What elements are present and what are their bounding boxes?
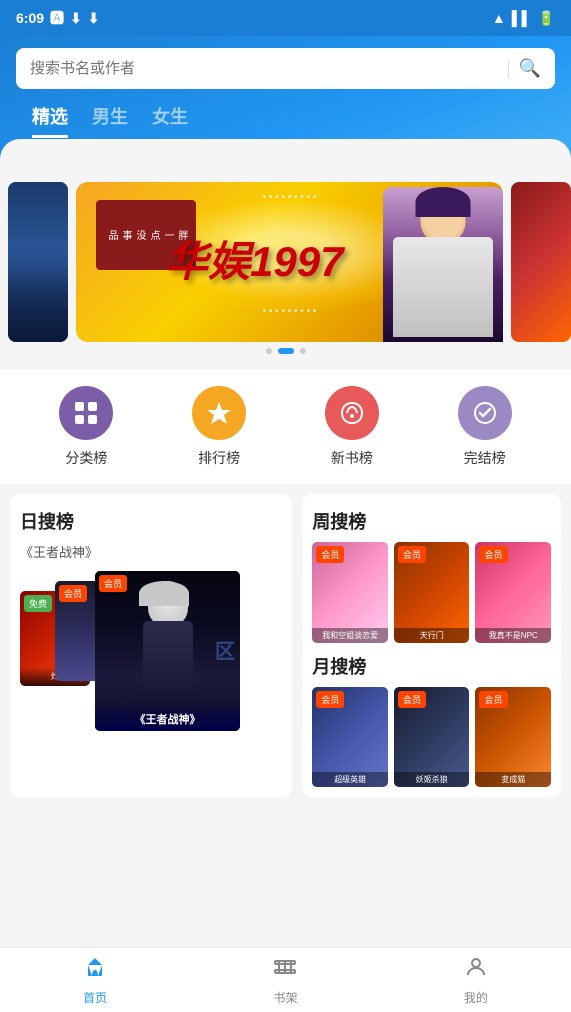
- dot-1[interactable]: [266, 348, 272, 354]
- weekly-book-2-title: 天行门: [394, 628, 470, 643]
- category-new-label: 新书榜: [331, 448, 373, 468]
- weekly-books: 会员 我和空姐谈恋爱 会员 天行门 会员 我真不是NPC: [312, 542, 551, 643]
- wifi-icon: ▲: [492, 10, 506, 26]
- daily-book-main-title: 《王者战神》: [95, 699, 240, 731]
- signal-icon: ▌▌: [512, 10, 532, 26]
- battery-icon: 🔋: [538, 10, 555, 27]
- category-completed-label: 完结榜: [464, 448, 506, 468]
- tab-male[interactable]: 男生: [92, 103, 128, 138]
- monthly-book-2-badge: 会员: [398, 691, 426, 708]
- home-icon: [83, 955, 107, 985]
- weekly-book-2[interactable]: 会员 天行门: [394, 542, 470, 643]
- daily-rank-title: 日搜榜: [20, 508, 282, 534]
- monthly-book-1-title: 超级英雄: [312, 772, 388, 787]
- banner-character: [383, 187, 503, 342]
- monthly-book-3-title: 变成猫: [475, 772, 551, 787]
- banner-section: • • • • • • • • • • • • • • • • • • 胖一点没…: [0, 168, 571, 370]
- tab-featured[interactable]: 精选: [32, 103, 68, 138]
- daily-rank-panel: 日搜榜 《王者战神》 免费 炸 会员 会员: [10, 494, 292, 797]
- monthly-rank-title: 月搜榜: [312, 653, 551, 679]
- nav-home[interactable]: 首页: [0, 948, 190, 1012]
- banner-slider[interactable]: • • • • • • • • • • • • • • • • • • 胖一点没…: [0, 182, 571, 342]
- download2-icon: ⬇: [88, 10, 100, 27]
- shelf-icon: [273, 955, 297, 985]
- categories-section: 分类榜 排行榜 新书榜: [0, 370, 571, 484]
- monthly-book-1-badge: 会员: [316, 691, 344, 708]
- weekly-book-3-badge: 会员: [479, 546, 507, 563]
- monthly-book-3-badge: 会员: [479, 691, 507, 708]
- weekly-book-3-title: 我真不是NPC: [475, 628, 551, 643]
- banner-side-left: [8, 182, 68, 342]
- tab-female[interactable]: 女生: [152, 103, 188, 138]
- download1-icon: ⬇: [70, 10, 82, 27]
- category-rank[interactable]: 排行榜: [192, 386, 246, 468]
- monthly-book-1[interactable]: 会员 超级英雄: [312, 687, 388, 788]
- category-new[interactable]: 新书榜: [325, 386, 379, 468]
- daily-rank-books: 免费 炸 会员 会员: [20, 571, 282, 736]
- monthly-book-2[interactable]: 会员 妖姬杀狼: [394, 687, 470, 788]
- nav-shelf-label: 书架: [273, 989, 297, 1006]
- category-rank-icon: [192, 386, 246, 440]
- nav-shelf[interactable]: 书架: [190, 948, 380, 1012]
- header-area: 🔍 精选 男生 女生: [0, 36, 571, 168]
- tab-bar: 精选 男生 女生: [16, 89, 555, 138]
- profile-icon: [464, 955, 488, 985]
- banner-main[interactable]: • • • • • • • • • • • • • • • • • • 胖一点没…: [76, 182, 503, 342]
- category-sorted-label: 分类榜: [65, 448, 107, 468]
- search-divider: [508, 60, 509, 78]
- status-time: 6:09: [16, 10, 44, 26]
- rank-panels-row: 日搜榜 《王者战神》 免费 炸 会员 会员: [0, 494, 571, 797]
- weekly-book-1-title: 我和空姐谈恋爱: [312, 628, 388, 643]
- nav-profile-label: 我的: [464, 989, 488, 1006]
- search-input[interactable]: [30, 60, 498, 77]
- status-bar: 6:09 🅰 ⬇ ⬇ ▲ ▌▌ 🔋: [0, 0, 571, 36]
- search-bar[interactable]: 🔍: [16, 48, 555, 89]
- daily-book-main[interactable]: 会员 区 《王者战神》: [95, 571, 240, 731]
- banner-title: 华娱1997: [166, 241, 343, 283]
- banner-dots: [0, 342, 571, 360]
- monthly-book-2-title: 妖姬杀狼: [394, 772, 470, 787]
- dot-3[interactable]: [300, 348, 306, 354]
- weekly-rank-panel: 周搜榜 会员 我和空姐谈恋爱 会员 天行门 会员 我真: [302, 494, 561, 797]
- category-new-icon: [325, 386, 379, 440]
- monthly-books: 会员 超级英雄 会员 妖姬杀狼 会员 变成猫: [312, 687, 551, 788]
- weekly-rank-title: 周搜榜: [312, 508, 551, 534]
- category-completed[interactable]: 完结榜: [458, 386, 512, 468]
- dot-2[interactable]: [278, 348, 294, 354]
- daily-rank-top-book: 《王者战神》: [20, 542, 282, 561]
- nav-profile[interactable]: 我的: [381, 948, 571, 1012]
- category-completed-icon: [458, 386, 512, 440]
- search-icon[interactable]: 🔍: [519, 58, 541, 79]
- category-sorted[interactable]: 分类榜: [59, 386, 113, 468]
- weekly-book-3[interactable]: 会员 我真不是NPC: [475, 542, 551, 643]
- weekly-book-2-badge: 会员: [398, 546, 426, 563]
- monthly-book-3[interactable]: 会员 变成猫: [475, 687, 551, 788]
- weekly-book-1[interactable]: 会员 我和空姐谈恋爱: [312, 542, 388, 643]
- daily-book-2-badge: 会员: [59, 585, 87, 602]
- notification-icon: 🅰: [50, 8, 64, 28]
- bottom-nav: 首页 书架 我的: [0, 947, 571, 1012]
- weekly-book-1-badge: 会员: [316, 546, 344, 563]
- monthly-rank-section: 月搜榜 会员 超级英雄 会员 妖姬杀狼: [312, 653, 551, 788]
- daily-book-main-badge: 会员: [99, 575, 127, 592]
- daily-book-1-badge: 免费: [24, 595, 52, 612]
- banner-side-right: [511, 182, 571, 342]
- category-rank-label: 排行榜: [198, 448, 240, 468]
- nav-home-label: 首页: [83, 989, 107, 1006]
- category-sorted-icon: [59, 386, 113, 440]
- main-content: • • • • • • • • • • • • • • • • • • 胖一点没…: [0, 168, 571, 973]
